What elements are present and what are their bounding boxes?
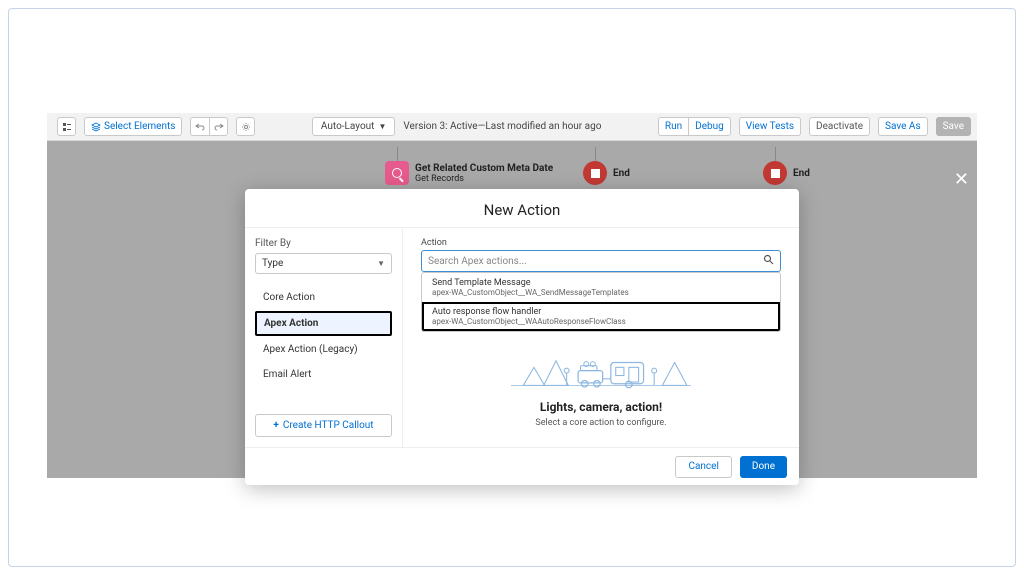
modal-main: Action Search Apex actions... Send Templ… <box>403 228 799 447</box>
flow-node-end-2[interactable]: End <box>763 161 810 185</box>
modal-sidebar: Filter By Type ▼ Core Action Apex Action… <box>245 228 403 447</box>
toolbar-right: Run Debug View Tests Deactivate Save As … <box>658 117 971 136</box>
deactivate-button[interactable]: Deactivate <box>809 117 870 136</box>
list-icon <box>62 122 72 132</box>
camper-illustration-icon <box>511 344 691 394</box>
close-icon[interactable]: ✕ <box>954 169 969 190</box>
action-search-input[interactable]: Search Apex actions... <box>421 250 781 272</box>
run-button[interactable]: Run <box>658 117 688 136</box>
save-button[interactable]: Save <box>936 117 971 136</box>
node-subtitle: Get Records <box>415 174 464 184</box>
flow-node-end-1[interactable]: End <box>583 161 630 185</box>
illustration-area: Lights, camera, action! Select a core ac… <box>421 344 781 428</box>
page-frame: Select Elements Auto-Layout ▼ <box>8 8 1016 567</box>
gear-icon <box>241 122 251 132</box>
option-subtitle: apex-WA_CustomObject__WA_SendMessageTemp… <box>432 288 770 297</box>
action-option-auto-response[interactable]: Auto response flow handler apex-WA_Custo… <box>422 302 780 331</box>
done-button[interactable]: Done <box>740 456 787 478</box>
node-title: End <box>613 168 630 179</box>
list-view-button[interactable] <box>57 117 76 136</box>
node-label: End <box>793 168 810 179</box>
toolbar-center: Auto-Layout ▼ Version 3: Active—Last mod… <box>312 117 602 136</box>
modal-body: Filter By Type ▼ Core Action Apex Action… <box>245 227 799 447</box>
modal-inner: New Action Filter By Type ▼ Core Action … <box>245 189 799 447</box>
filter-email-alert[interactable]: Email Alert <box>255 363 392 386</box>
flow-node-get-records[interactable]: Get Related Custom Meta Date Get Records <box>385 161 553 185</box>
auto-layout-label: Auto-Layout <box>321 121 375 132</box>
end-icon <box>583 161 607 185</box>
undo-icon <box>195 122 205 132</box>
create-http-label: Create HTTP Callout <box>283 420 374 431</box>
search-placeholder: Search Apex actions... <box>428 256 527 267</box>
filter-list: Core Action Apex Action Apex Action (Leg… <box>255 284 392 388</box>
illustration-tagline: Lights, camera, action! <box>421 400 781 414</box>
plus-icon: + <box>273 420 278 431</box>
node-label: Get Related Custom Meta Date Get Records <box>415 163 553 184</box>
node-connector <box>775 147 776 161</box>
filter-core-action[interactable]: Core Action <box>255 286 392 309</box>
select-elements-label: Select Elements <box>104 121 175 132</box>
filter-by-label: Filter By <box>255 238 392 249</box>
toolbar-left: Select Elements <box>53 117 255 136</box>
select-elements-button[interactable]: Select Elements <box>84 117 182 136</box>
get-records-icon <box>385 161 409 185</box>
redo-button[interactable] <box>209 117 228 136</box>
end-icon <box>763 161 787 185</box>
filter-apex-action[interactable]: Apex Action <box>255 311 392 336</box>
type-select[interactable]: Type ▼ <box>255 253 392 274</box>
settings-button[interactable] <box>236 117 255 136</box>
redo-icon <box>214 122 224 132</box>
node-label: End <box>613 168 630 179</box>
node-title: End <box>793 168 810 179</box>
cancel-button[interactable]: Cancel <box>675 456 731 478</box>
illustration-subline: Select a core action to configure. <box>421 418 781 428</box>
filter-apex-legacy[interactable]: Apex Action (Legacy) <box>255 338 392 361</box>
node-title: Get Related Custom Meta Date <box>415 163 553 174</box>
view-tests-button[interactable]: View Tests <box>739 117 801 136</box>
action-option-send-template[interactable]: Send Template Message apex-WA_CustomObje… <box>422 273 780 302</box>
debug-button[interactable]: Debug <box>688 117 731 136</box>
search-icon <box>763 254 774 268</box>
new-action-modal: New Action Filter By Type ▼ Core Action … <box>245 189 799 485</box>
action-dropdown: Send Template Message apex-WA_CustomObje… <box>421 272 781 332</box>
action-label: Action <box>421 238 781 248</box>
undo-redo-group <box>190 117 228 136</box>
option-subtitle: apex-WA_CustomObject__WAAutoResponseFlow… <box>432 317 770 326</box>
chevron-down-icon: ▼ <box>378 122 386 131</box>
chevron-down-icon: ▼ <box>377 259 385 268</box>
toolbar: Select Elements Auto-Layout ▼ <box>47 113 977 141</box>
modal-footer: Cancel Done <box>245 447 799 485</box>
run-debug-group: Run Debug <box>658 117 731 136</box>
node-connector <box>595 147 596 161</box>
undo-button[interactable] <box>190 117 209 136</box>
auto-layout-select[interactable]: Auto-Layout ▼ <box>312 117 395 136</box>
option-title: Send Template Message <box>432 278 770 288</box>
type-select-value: Type <box>262 258 283 269</box>
version-text: Version 3: Active—Last modified an hour … <box>403 121 601 132</box>
option-title: Auto response flow handler <box>432 307 770 317</box>
layers-icon <box>91 122 101 132</box>
node-connector <box>397 147 398 161</box>
save-as-button[interactable]: Save As <box>878 117 928 136</box>
create-http-callout-button[interactable]: + Create HTTP Callout <box>255 414 392 437</box>
modal-title: New Action <box>245 189 799 227</box>
